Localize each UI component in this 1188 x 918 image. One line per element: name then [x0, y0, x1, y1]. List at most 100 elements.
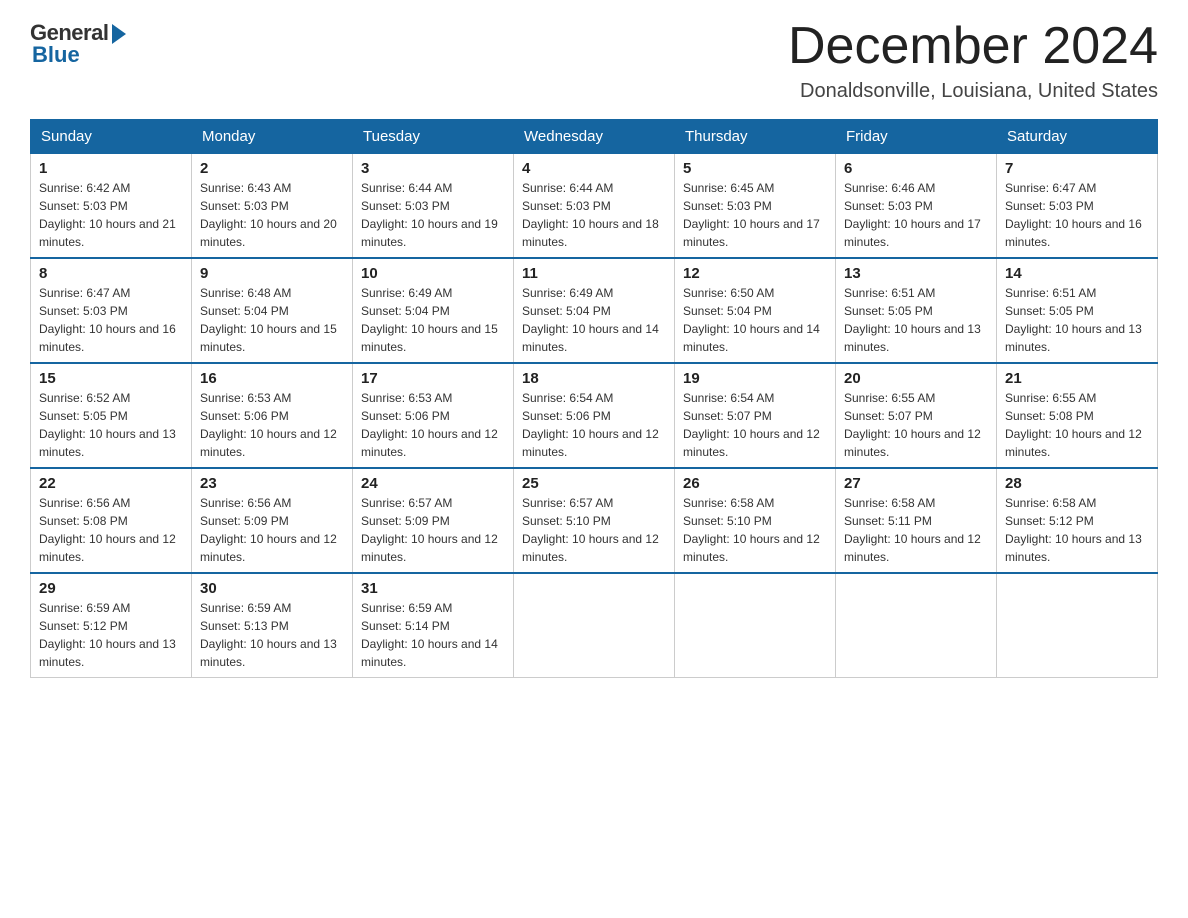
day-info: Sunrise: 6:59 AMSunset: 5:13 PMDaylight:…: [200, 599, 344, 671]
location-subtitle: Donaldsonville, Louisiana, United States: [788, 80, 1158, 103]
day-number: 11: [522, 265, 666, 282]
day-number: 15: [39, 370, 183, 387]
day-info: Sunrise: 6:58 AMSunset: 5:10 PMDaylight:…: [683, 494, 827, 566]
day-number: 9: [200, 265, 344, 282]
calendar-cell: 9Sunrise: 6:48 AMSunset: 5:04 PMDaylight…: [192, 258, 353, 363]
calendar-cell: 8 Sunrise: 6:47 AMSunset: 5:03 PMDaylight…: [31, 258, 192, 363]
day-number: 6: [844, 160, 988, 177]
day-info: Sunrise: 6:49 AMSunset: 5:04 PMDaylight:…: [361, 284, 505, 356]
day-info: Sunrise: 6:54 AMSunset: 5:06 PMDaylight:…: [522, 389, 666, 461]
calendar-cell: 3Sunrise: 6:44 AMSunset: 5:03 PMDaylight…: [353, 154, 514, 259]
calendar-cell: 24 Sunrise: 6:57 AMSunset: 5:09 PMDayligh…: [353, 468, 514, 573]
day-info: Sunrise: 6:57 AMSunset: 5:10 PMDaylight:…: [522, 494, 666, 566]
day-info: Sunrise: 6:43 AMSunset: 5:03 PMDaylight:…: [200, 179, 344, 251]
calendar-cell: 29Sunrise: 6:59 AMSunset: 5:12 PMDayligh…: [31, 573, 192, 678]
calendar-header-sunday: Sunday: [31, 120, 192, 154]
calendar-cell: 16 Sunrise: 6:53 AMSunset: 5:06 PMDayligh…: [192, 363, 353, 468]
calendar-header-monday: Monday: [192, 120, 353, 154]
day-number: 7: [1005, 160, 1149, 177]
logo-arrow-icon: [112, 24, 126, 44]
calendar-cell: 2 Sunrise: 6:43 AMSunset: 5:03 PMDaylight…: [192, 154, 353, 259]
calendar-header-saturday: Saturday: [997, 120, 1158, 154]
day-info: Sunrise: 6:57 AMSunset: 5:09 PMDaylight:…: [361, 494, 505, 566]
title-section: December 2024 Donaldsonville, Louisiana,…: [788, 20, 1158, 103]
day-info: Sunrise: 6:55 AMSunset: 5:08 PMDaylight:…: [1005, 389, 1149, 461]
day-info: Sunrise: 6:58 AMSunset: 5:12 PMDaylight:…: [1005, 494, 1149, 566]
logo: General Blue: [30, 20, 126, 68]
day-number: 21: [1005, 370, 1149, 387]
day-number: 20: [844, 370, 988, 387]
calendar-cell: 6 Sunrise: 6:46 AMSunset: 5:03 PMDaylight…: [836, 154, 997, 259]
calendar-week-row: 15Sunrise: 6:52 AMSunset: 5:05 PMDayligh…: [31, 363, 1158, 468]
calendar-cell: 27 Sunrise: 6:58 AMSunset: 5:11 PMDayligh…: [836, 468, 997, 573]
day-number: 4: [522, 160, 666, 177]
day-number: 17: [361, 370, 505, 387]
calendar-cell: 19 Sunrise: 6:54 AMSunset: 5:07 PMDayligh…: [675, 363, 836, 468]
day-number: 16: [200, 370, 344, 387]
day-number: 1: [39, 160, 183, 177]
calendar-cell: [514, 573, 675, 678]
day-info: Sunrise: 6:51 AMSunset: 5:05 PMDaylight:…: [844, 284, 988, 356]
logo-blue-text: Blue: [30, 42, 80, 68]
page-header: General Blue December 2024 Donaldsonvill…: [30, 20, 1158, 103]
day-number: 26: [683, 475, 827, 492]
calendar-table: SundayMondayTuesdayWednesdayThursdayFrid…: [30, 119, 1158, 678]
day-info: Sunrise: 6:45 AMSunset: 5:03 PMDaylight:…: [683, 179, 827, 251]
calendar-cell: 12 Sunrise: 6:50 AMSunset: 5:04 PMDayligh…: [675, 258, 836, 363]
day-number: 8: [39, 265, 183, 282]
day-info: Sunrise: 6:53 AMSunset: 5:06 PMDaylight:…: [361, 389, 505, 461]
day-number: 2: [200, 160, 344, 177]
day-info: Sunrise: 6:56 AMSunset: 5:08 PMDaylight:…: [39, 494, 183, 566]
day-info: Sunrise: 6:58 AMSunset: 5:11 PMDaylight:…: [844, 494, 988, 566]
calendar-week-row: 29Sunrise: 6:59 AMSunset: 5:12 PMDayligh…: [31, 573, 1158, 678]
day-number: 19: [683, 370, 827, 387]
day-number: 10: [361, 265, 505, 282]
day-info: Sunrise: 6:54 AMSunset: 5:07 PMDaylight:…: [683, 389, 827, 461]
calendar-cell: 15Sunrise: 6:52 AMSunset: 5:05 PMDayligh…: [31, 363, 192, 468]
calendar-cell: 25Sunrise: 6:57 AMSunset: 5:10 PMDayligh…: [514, 468, 675, 573]
calendar-week-row: 22 Sunrise: 6:56 AMSunset: 5:08 PMDayligh…: [31, 468, 1158, 573]
calendar-cell: 4 Sunrise: 6:44 AMSunset: 5:03 PMDaylight…: [514, 154, 675, 259]
day-info: Sunrise: 6:50 AMSunset: 5:04 PMDaylight:…: [683, 284, 827, 356]
calendar-cell: [836, 573, 997, 678]
calendar-cell: [997, 573, 1158, 678]
calendar-cell: 18 Sunrise: 6:54 AMSunset: 5:06 PMDayligh…: [514, 363, 675, 468]
calendar-cell: 26 Sunrise: 6:58 AMSunset: 5:10 PMDayligh…: [675, 468, 836, 573]
day-number: 5: [683, 160, 827, 177]
calendar-cell: [675, 573, 836, 678]
calendar-cell: 10 Sunrise: 6:49 AMSunset: 5:04 PMDayligh…: [353, 258, 514, 363]
calendar-cell: 7Sunrise: 6:47 AMSunset: 5:03 PMDaylight…: [997, 154, 1158, 259]
day-number: 23: [200, 475, 344, 492]
calendar-header-row: SundayMondayTuesdayWednesdayThursdayFrid…: [31, 120, 1158, 154]
day-info: Sunrise: 6:44 AMSunset: 5:03 PMDaylight:…: [361, 179, 505, 251]
month-year-title: December 2024: [788, 20, 1158, 72]
calendar-week-row: 8 Sunrise: 6:47 AMSunset: 5:03 PMDaylight…: [31, 258, 1158, 363]
day-number: 24: [361, 475, 505, 492]
day-info: Sunrise: 6:53 AMSunset: 5:06 PMDaylight:…: [200, 389, 344, 461]
calendar-cell: 30Sunrise: 6:59 AMSunset: 5:13 PMDayligh…: [192, 573, 353, 678]
calendar-header-friday: Friday: [836, 120, 997, 154]
day-number: 22: [39, 475, 183, 492]
calendar-header-wednesday: Wednesday: [514, 120, 675, 154]
day-number: 31: [361, 580, 505, 597]
day-number: 12: [683, 265, 827, 282]
calendar-header-thursday: Thursday: [675, 120, 836, 154]
calendar-header-tuesday: Tuesday: [353, 120, 514, 154]
calendar-cell: 20 Sunrise: 6:55 AMSunset: 5:07 PMDayligh…: [836, 363, 997, 468]
day-number: 28: [1005, 475, 1149, 492]
day-info: Sunrise: 6:47 AMSunset: 5:03 PMDaylight:…: [39, 284, 183, 356]
calendar-cell: 22 Sunrise: 6:56 AMSunset: 5:08 PMDayligh…: [31, 468, 192, 573]
day-number: 18: [522, 370, 666, 387]
calendar-cell: 1 Sunrise: 6:42 AMSunset: 5:03 PMDaylight…: [31, 154, 192, 259]
day-info: Sunrise: 6:42 AMSunset: 5:03 PMDaylight:…: [39, 179, 183, 251]
day-info: Sunrise: 6:44 AMSunset: 5:03 PMDaylight:…: [522, 179, 666, 251]
day-info: Sunrise: 6:46 AMSunset: 5:03 PMDaylight:…: [844, 179, 988, 251]
day-info: Sunrise: 6:51 AMSunset: 5:05 PMDaylight:…: [1005, 284, 1149, 356]
day-info: Sunrise: 6:49 AMSunset: 5:04 PMDaylight:…: [522, 284, 666, 356]
day-info: Sunrise: 6:56 AMSunset: 5:09 PMDaylight:…: [200, 494, 344, 566]
day-info: Sunrise: 6:55 AMSunset: 5:07 PMDaylight:…: [844, 389, 988, 461]
calendar-cell: 23 Sunrise: 6:56 AMSunset: 5:09 PMDayligh…: [192, 468, 353, 573]
day-number: 27: [844, 475, 988, 492]
day-info: Sunrise: 6:59 AMSunset: 5:14 PMDaylight:…: [361, 599, 505, 671]
calendar-cell: 21 Sunrise: 6:55 AMSunset: 5:08 PMDayligh…: [997, 363, 1158, 468]
